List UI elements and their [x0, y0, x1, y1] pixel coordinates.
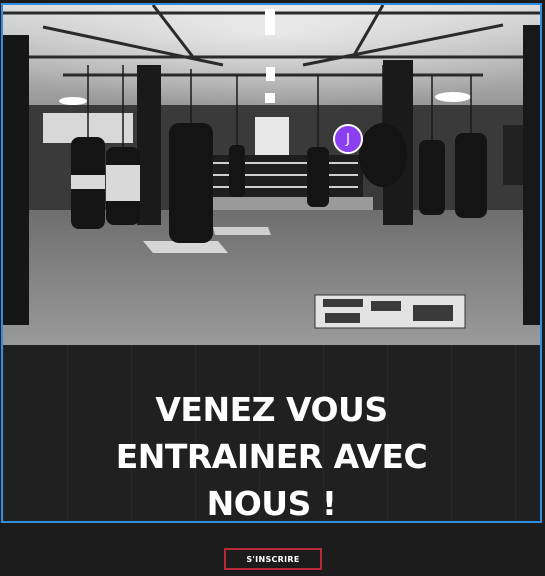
gym-photo	[3, 5, 540, 345]
hero-heading-line-1: VENEZ VOUS	[155, 390, 388, 429]
signup-button-label: S'INSCRIRE	[246, 554, 300, 564]
hero-heading: VENEZ VOUS ENTRAINER AVEC NOUS !	[3, 386, 540, 523]
signup-button[interactable]: S'INSCRIRE	[224, 548, 322, 570]
presence-avatar[interactable]: J	[333, 124, 363, 154]
hero-section[interactable]: VENEZ VOUS ENTRAINER AVEC NOUS !	[1, 3, 542, 523]
hero-heading-line-2: ENTRAINER AVEC	[115, 437, 428, 476]
hero-heading-line-3: NOUS !	[206, 484, 337, 523]
avatar-initial: J	[346, 131, 350, 147]
